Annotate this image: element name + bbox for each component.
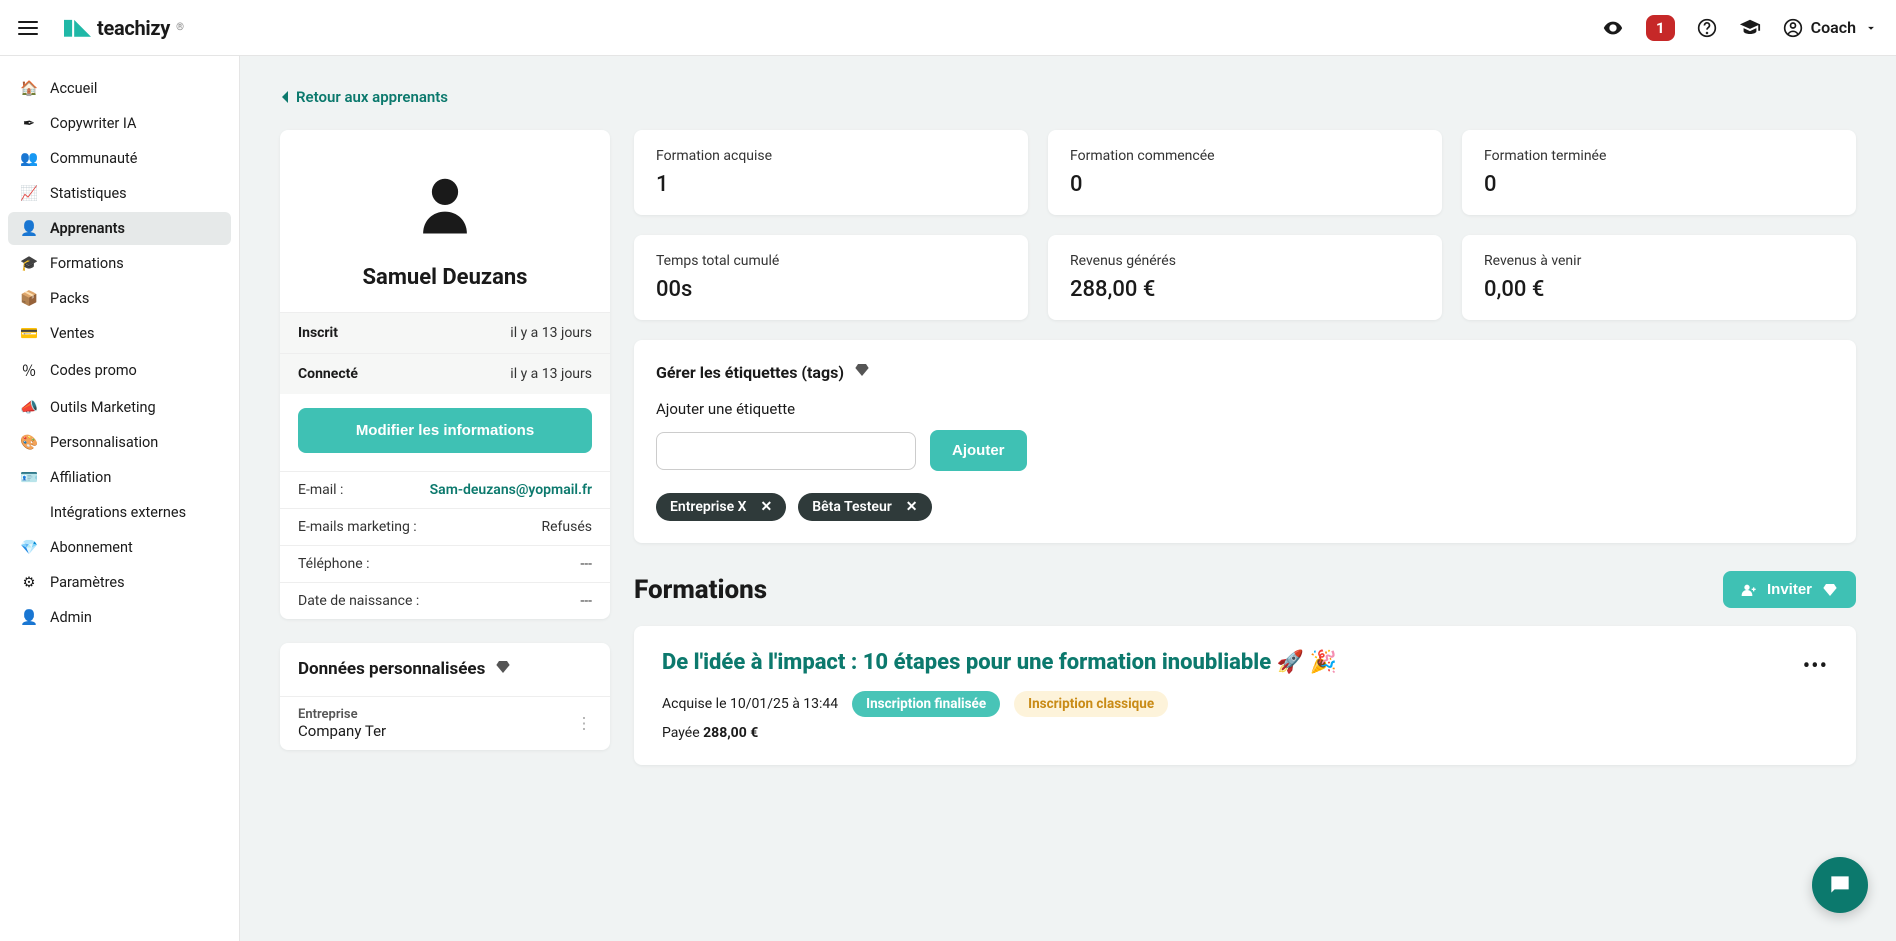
user-menu[interactable]: Coach xyxy=(1783,18,1878,38)
sidebar-item-formations[interactable]: 🎓Formations xyxy=(8,247,231,280)
sidebar: 🏠Accueil✒Copywriter IA👥Communauté📈Statis… xyxy=(0,56,240,941)
formation-paid: Payée 288,00 € xyxy=(662,725,1828,741)
add-tag-button[interactable]: Ajouter xyxy=(930,430,1027,471)
more-icon[interactable]: ⋮ xyxy=(576,714,592,733)
nav-icon: ％ xyxy=(20,360,38,381)
sidebar-item-affiliation[interactable]: 🪪Affiliation xyxy=(8,461,231,494)
chevron-down-icon xyxy=(1864,21,1878,35)
nav-icon: 🎓 xyxy=(20,255,38,272)
tag-chip: Bêta Testeur✕ xyxy=(798,493,931,521)
custom-data-card: Données personnalisées EntrepriseCompany… xyxy=(280,643,610,750)
nav-icon: 🏠 xyxy=(20,80,38,97)
person-icon xyxy=(410,170,480,240)
sidebar-item-communauté[interactable]: 👥Communauté xyxy=(8,142,231,175)
menu-toggle[interactable] xyxy=(18,21,38,35)
sidebar-item-personnalisation[interactable]: 🎨Personnalisation xyxy=(8,426,231,459)
edit-info-button[interactable]: Modifier les informations xyxy=(298,408,592,453)
formation-item: De l'idée à l'impact : 10 étapes pour un… xyxy=(634,626,1856,765)
eye-icon[interactable] xyxy=(1602,17,1624,39)
tags-title: Gérer les étiquettes (tags) xyxy=(656,363,844,382)
nav-icon: 📣 xyxy=(20,399,38,416)
sidebar-item-paramètres[interactable]: ⚙Paramètres xyxy=(8,566,231,599)
sidebar-item-copywriter-ia[interactable]: ✒Copywriter IA xyxy=(8,107,231,140)
sidebar-item-abonnement[interactable]: 💎Abonnement xyxy=(8,531,231,564)
nav-icon: 💎 xyxy=(20,539,38,556)
topbar: ▮◣ teachizy® 1 Coach xyxy=(0,0,1896,56)
book-icon: ▮◣ xyxy=(62,15,91,40)
chat-fab[interactable] xyxy=(1812,857,1868,913)
profile-detail: E-mail :Sam-deuzans@yopmail.fr xyxy=(280,471,610,508)
profile-row: Inscritil y a 13 jours xyxy=(280,312,610,353)
nav-icon: 🎨 xyxy=(20,434,38,451)
badge-type: Inscription classique xyxy=(1014,691,1168,717)
profile-row: Connectéil y a 13 jours xyxy=(280,353,610,394)
nav-icon: ✒ xyxy=(20,115,38,132)
formations-title: Formations xyxy=(634,575,767,605)
chevron-left-icon xyxy=(280,90,290,104)
nav-icon: 📦 xyxy=(20,290,38,307)
sidebar-item-outils-marketing[interactable]: 📣Outils Marketing xyxy=(8,391,231,424)
chat-icon xyxy=(1827,872,1853,898)
custom-field: EntrepriseCompany Ter⋮ xyxy=(280,696,610,750)
help-icon[interactable] xyxy=(1697,18,1717,38)
sidebar-item-apprenants[interactable]: 👤Apprenants xyxy=(8,212,231,245)
back-link[interactable]: Retour aux apprenants xyxy=(280,88,448,106)
user-plus-icon xyxy=(1741,582,1757,598)
nav-icon: ⚙ xyxy=(20,574,38,591)
stat-card: Formation terminée0 xyxy=(1462,130,1856,215)
avatar xyxy=(280,130,610,264)
gem-icon xyxy=(495,659,511,680)
sidebar-item-accueil[interactable]: 🏠Accueil xyxy=(8,72,231,105)
profile-name: Samuel Deuzans xyxy=(280,264,610,312)
nav-icon: 📈 xyxy=(20,185,38,202)
nav-icon: 👤 xyxy=(20,609,38,626)
stat-card: Revenus à venir0,00 € xyxy=(1462,235,1856,320)
badge-status: Inscription finalisée xyxy=(852,691,1000,717)
invite-button[interactable]: Inviter xyxy=(1723,571,1856,608)
tags-card: Gérer les étiquettes (tags) Ajouter une … xyxy=(634,340,1856,543)
nav-icon: 🪪 xyxy=(20,469,38,486)
brand-logo[interactable]: ▮◣ teachizy® xyxy=(62,15,184,40)
sidebar-item-statistiques[interactable]: 📈Statistiques xyxy=(8,177,231,210)
main-content: Retour aux apprenants Samuel Deuzans Ins… xyxy=(240,56,1896,941)
stat-card: Formation commencée0 xyxy=(1048,130,1442,215)
formation-title[interactable]: De l'idée à l'impact : 10 étapes pour un… xyxy=(662,650,1828,675)
nav-icon: 👥 xyxy=(20,150,38,167)
graduation-icon[interactable] xyxy=(1739,17,1761,39)
user-circle-icon xyxy=(1783,18,1803,38)
chip-remove-icon[interactable]: ✕ xyxy=(761,499,773,515)
sidebar-item-ventes[interactable]: 💳Ventes xyxy=(8,317,231,350)
sidebar-item-admin[interactable]: 👤Admin xyxy=(8,601,231,634)
sidebar-item-packs[interactable]: 📦Packs xyxy=(8,282,231,315)
stat-card: Formation acquise1 xyxy=(634,130,1028,215)
user-label: Coach xyxy=(1811,18,1856,37)
notification-badge[interactable]: 1 xyxy=(1646,15,1675,41)
gem-icon xyxy=(854,362,870,382)
tags-subtitle: Ajouter une étiquette xyxy=(656,400,1834,418)
chip-remove-icon[interactable]: ✕ xyxy=(906,499,918,515)
formation-more-icon[interactable]: ••• xyxy=(1803,654,1828,679)
formation-date: Acquise le 10/01/25 à 13:44 xyxy=(662,696,838,712)
sidebar-item-intégrations-externes[interactable]: Intégrations externes xyxy=(8,496,231,529)
profile-detail: Date de naissance :--- xyxy=(280,582,610,619)
profile-detail: E-mails marketing :Refusés xyxy=(280,508,610,545)
nav-icon: 👤 xyxy=(20,220,38,237)
sidebar-item-codes-promo[interactable]: ％Codes promo xyxy=(8,352,231,389)
tag-input[interactable] xyxy=(656,432,916,470)
profile-card: Samuel Deuzans Inscritil y a 13 joursCon… xyxy=(280,130,610,619)
profile-detail: Téléphone :--- xyxy=(280,545,610,582)
nav-icon: 💳 xyxy=(20,325,38,342)
brand-text: teachizy xyxy=(97,16,170,40)
tag-chip: Entreprise X✕ xyxy=(656,493,786,521)
stat-card: Temps total cumulé00s xyxy=(634,235,1028,320)
stat-card: Revenus générés288,00 € xyxy=(1048,235,1442,320)
custom-data-title: Données personnalisées xyxy=(298,659,485,679)
gem-icon xyxy=(1822,582,1838,598)
